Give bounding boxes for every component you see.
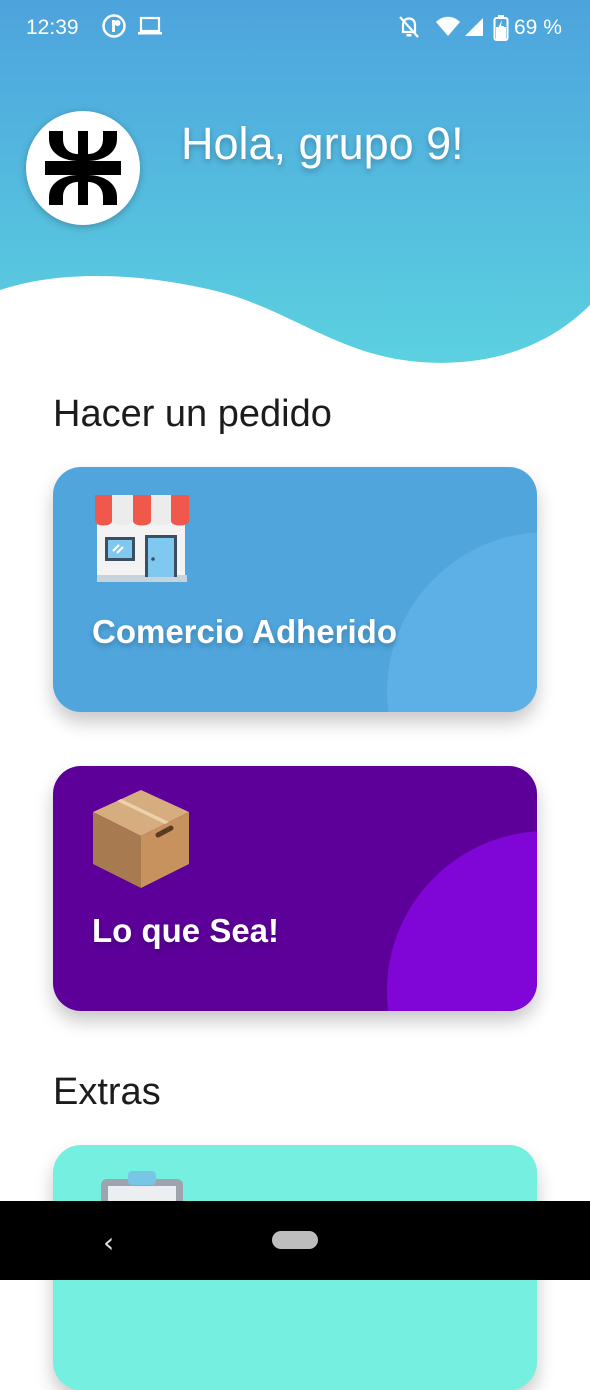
back-icon[interactable]: ‹ [103, 1226, 114, 1259]
avatar[interactable] [26, 111, 140, 225]
section-title-extras: Extras [53, 1071, 161, 1113]
lo-que-sea-card[interactable]: Lo que Sea! [53, 766, 537, 1011]
wifi-icon [434, 14, 462, 45]
notifications-off-icon [397, 14, 421, 45]
cell-signal-icon [463, 14, 487, 45]
battery-percentage: 69 % [514, 16, 562, 39]
card-label: Lo que Sea! [92, 912, 280, 949]
status-bar: 12:39 69 % [0, 0, 590, 60]
app-notification-icon [102, 14, 126, 43]
status-time: 12:39 [26, 16, 79, 39]
battery-charging-icon [493, 14, 509, 47]
greeting-title: Hola, grupo 9! [181, 118, 464, 169]
card-label: Comercio Adherido [92, 613, 397, 650]
box-icon [91, 790, 191, 895]
laptop-icon [137, 14, 163, 43]
home-pill-button[interactable] [272, 1231, 318, 1249]
store-icon [91, 491, 191, 596]
card-decoration [387, 532, 537, 712]
navigation-bar: ‹ [0, 1201, 590, 1280]
section-title-order: Hacer un pedido [53, 393, 332, 435]
comercio-adherido-card[interactable]: Comercio Adherido [53, 467, 537, 712]
utn-logo [45, 131, 121, 205]
card-decoration [387, 831, 537, 1011]
